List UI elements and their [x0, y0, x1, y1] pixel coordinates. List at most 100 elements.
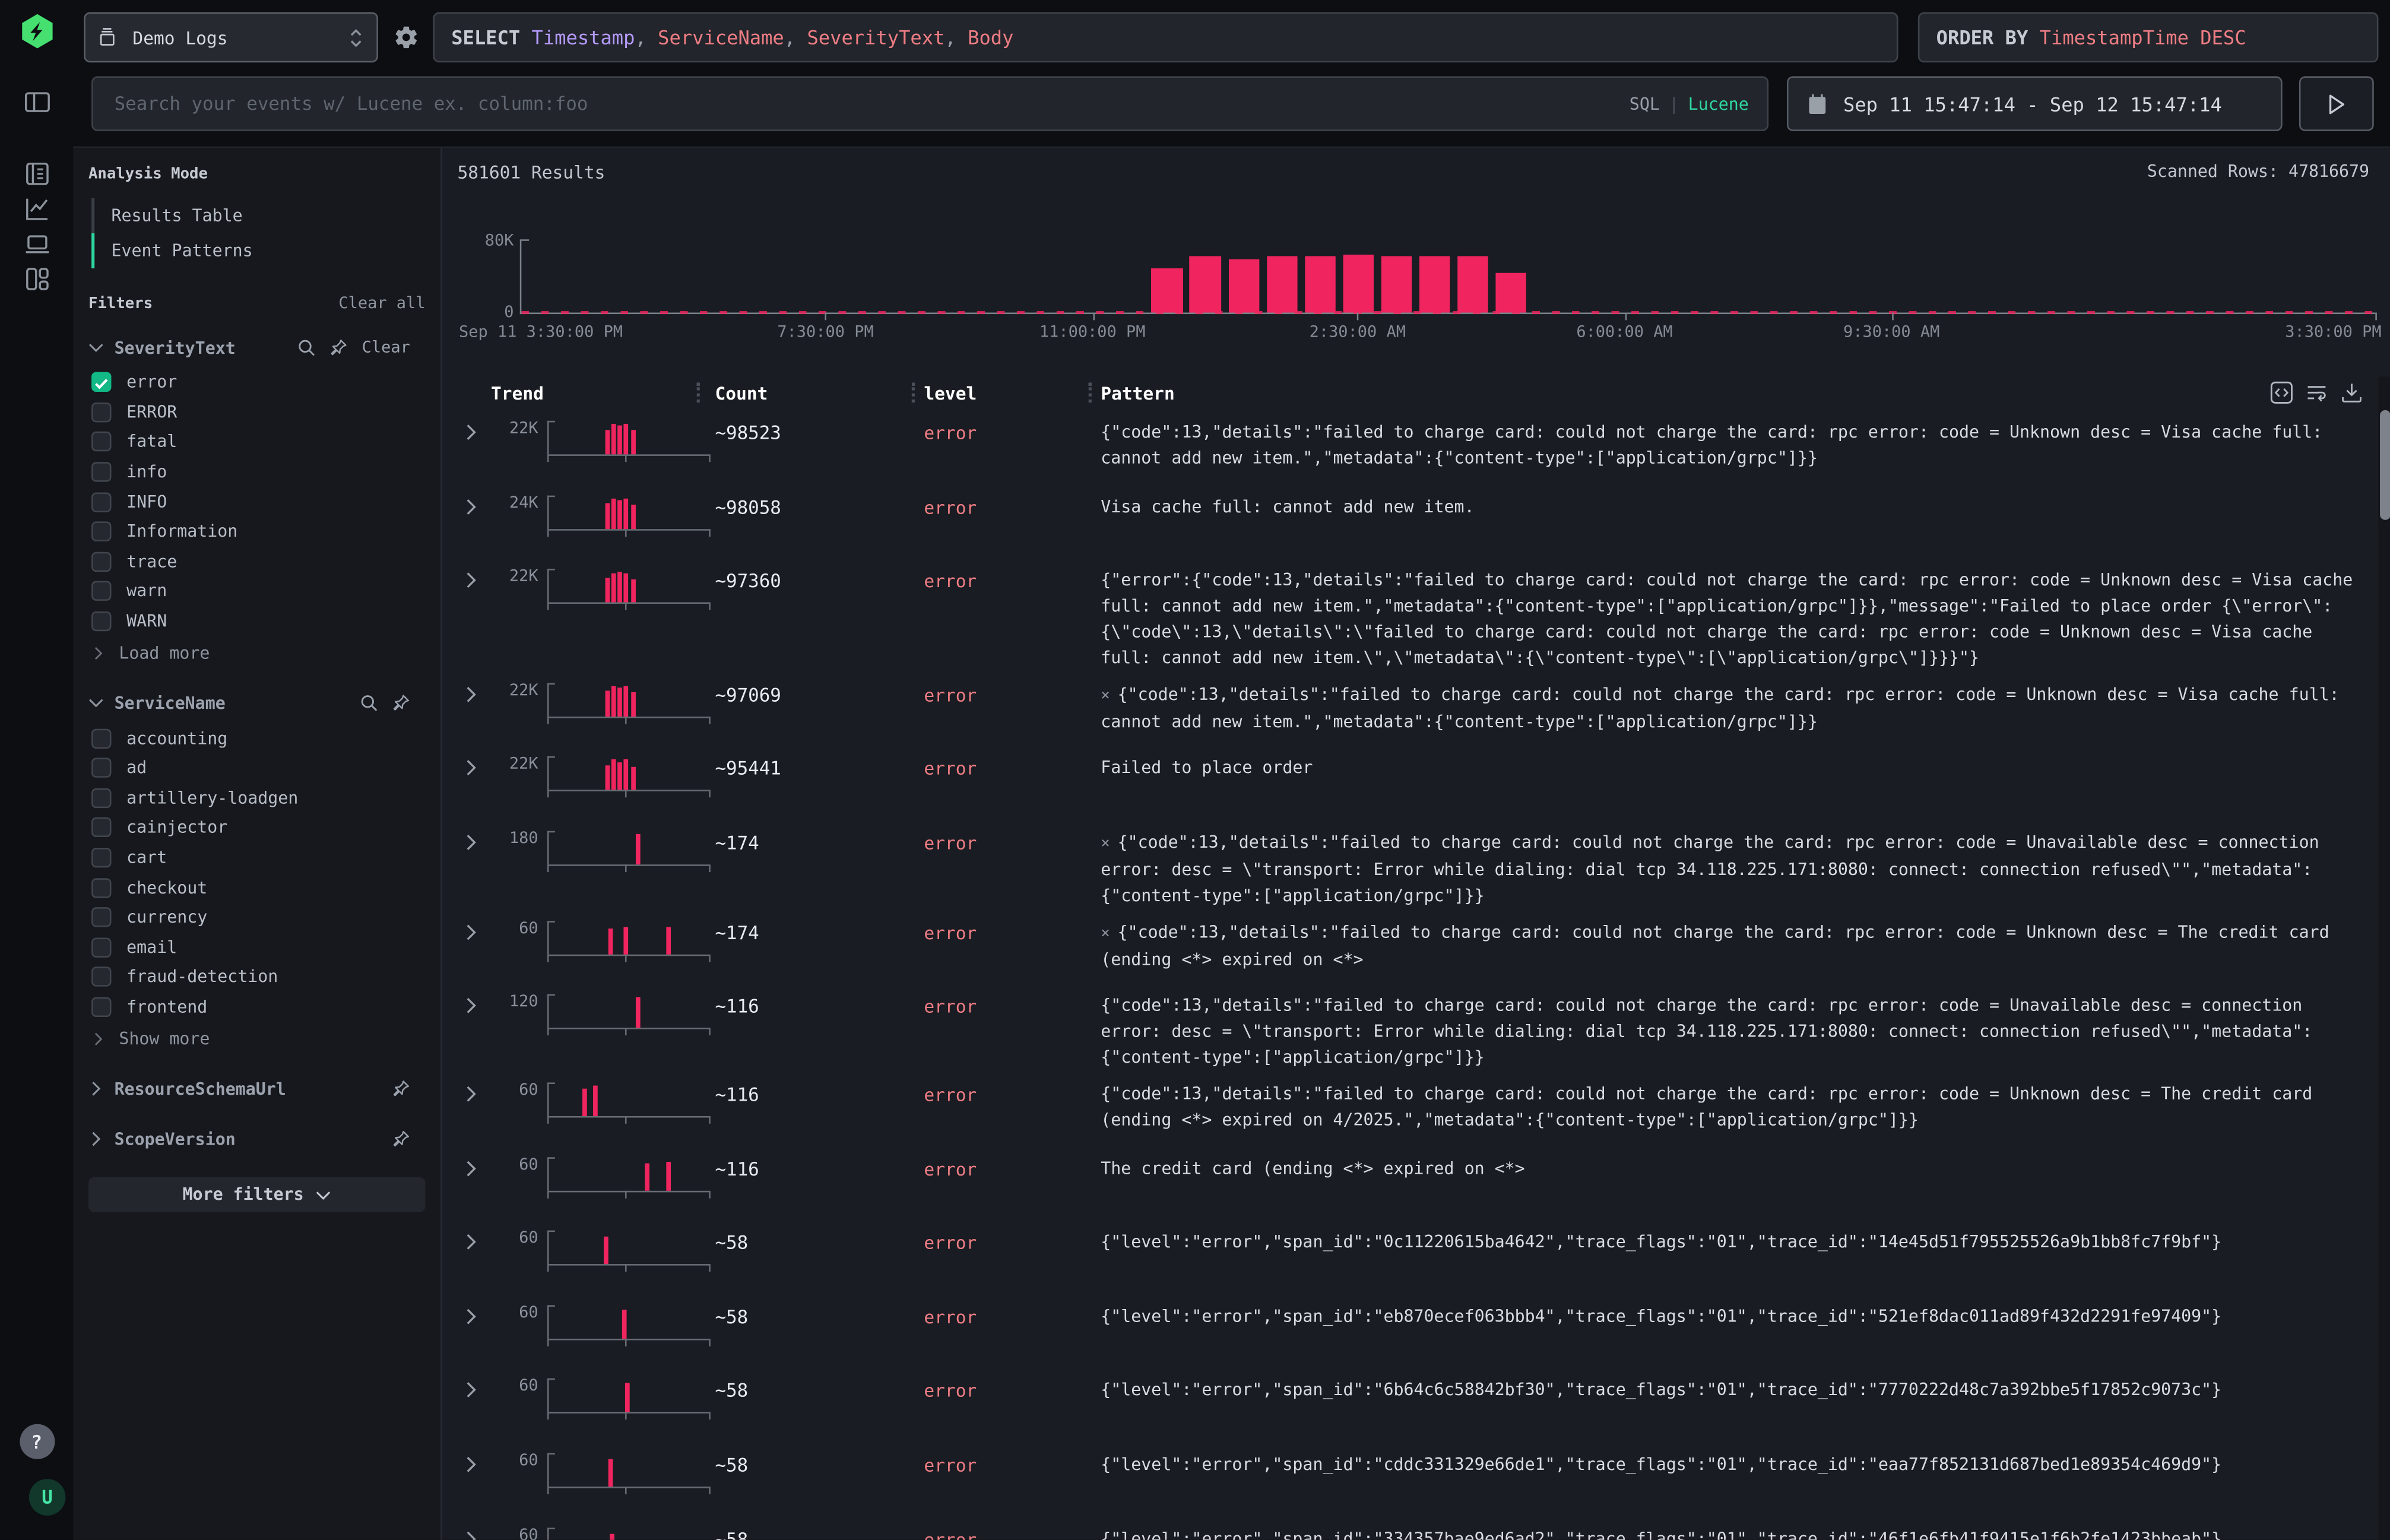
- table-row[interactable]: 60~58error{"level":"error","span_id":"cd…: [457, 1443, 2390, 1517]
- expand-row-button[interactable]: [465, 1081, 489, 1102]
- checkbox[interactable]: [91, 818, 111, 838]
- pattern-cell[interactable]: {"level":"error","span_id":"eb870ecef063…: [1101, 1303, 2390, 1330]
- filter-group-header[interactable]: SeverityTextClear: [88, 332, 426, 363]
- checkbox[interactable]: [91, 758, 111, 778]
- avatar[interactable]: U: [29, 1479, 66, 1516]
- table-row[interactable]: 60~58error{"level":"error","span_id":"0c…: [457, 1220, 2390, 1294]
- filter-option-email[interactable]: email: [88, 932, 426, 962]
- filter-option-fatal[interactable]: fatal: [88, 427, 426, 457]
- expand-row-button[interactable]: [465, 1452, 489, 1473]
- table-row[interactable]: 60~116errorThe credit card (ending <*> e…: [457, 1146, 2390, 1220]
- expand-row-button[interactable]: [465, 1155, 489, 1177]
- pattern-cell[interactable]: {"level":"error","span_id":"0c11220615ba…: [1101, 1230, 2390, 1257]
- search-icon[interactable]: [298, 338, 316, 357]
- select-query-input[interactable]: SELECT Timestamp, ServiceName, SeverityT…: [433, 12, 1898, 63]
- checkbox[interactable]: [91, 462, 111, 481]
- checkbox[interactable]: [91, 552, 111, 571]
- pattern-cell[interactable]: {"code":13,"details":"failed to charge c…: [1101, 993, 2390, 1072]
- filter-option-error[interactable]: error: [88, 367, 426, 397]
- pin-icon[interactable]: [330, 338, 348, 357]
- pattern-cell[interactable]: {"level":"error","span_id":"cddc331329e6…: [1101, 1452, 2390, 1479]
- filter-option-warn[interactable]: WARN: [88, 607, 426, 636]
- expand-row-button[interactable]: [465, 493, 489, 515]
- table-row[interactable]: 60~58error{"level":"error","span_id":"eb…: [457, 1294, 2390, 1368]
- expand-row-button[interactable]: [465, 755, 489, 777]
- help-button[interactable]: ?: [19, 1424, 54, 1459]
- table-row[interactable]: 120~116error{"code":13,"details":"failed…: [457, 984, 2390, 1072]
- expand-row-button[interactable]: [465, 829, 489, 851]
- filter-group-header[interactable]: ScopeVersion: [88, 1124, 426, 1155]
- filter-option-error[interactable]: ERROR: [88, 397, 426, 427]
- show-more-button[interactable]: Show more: [88, 1024, 426, 1054]
- filter-option-artillery-loadgen[interactable]: artillery-loadgen: [88, 783, 426, 813]
- filter-option-information[interactable]: Information: [88, 517, 426, 547]
- filter-option-info[interactable]: info: [88, 457, 426, 487]
- col-level[interactable]: level: [924, 383, 1101, 404]
- filter-option-checkout[interactable]: checkout: [88, 873, 426, 902]
- sessions-icon[interactable]: [21, 229, 53, 259]
- filter-option-cainjector[interactable]: cainjector: [88, 813, 426, 842]
- checkbox[interactable]: [91, 877, 111, 897]
- pattern-cell[interactable]: Visa cache full: cannot add new item.: [1101, 493, 2390, 521]
- pattern-cell[interactable]: Failed to place order: [1101, 755, 2390, 782]
- dashboards-icon[interactable]: [21, 264, 53, 294]
- checkbox[interactable]: [91, 522, 111, 541]
- table-row[interactable]: 60~58error{"level":"error","span_id":"6b…: [457, 1368, 2390, 1443]
- pattern-cell[interactable]: {"code":13,"details":"failed to charge c…: [1101, 1081, 2390, 1134]
- col-pattern[interactable]: Pattern: [1101, 383, 2390, 404]
- search-icon[interactable]: [360, 694, 378, 712]
- checkbox[interactable]: [91, 848, 111, 867]
- filter-option-accounting[interactable]: accounting: [88, 723, 426, 753]
- table-row[interactable]: 22K~98523error{"code":13,"details":"fail…: [457, 410, 2390, 484]
- expand-row-button[interactable]: [465, 568, 489, 589]
- pattern-cell[interactable]: ×{"code":13,"details":"failed to charge …: [1101, 682, 2390, 736]
- pattern-cell[interactable]: {"code":13,"details":"failed to charge c…: [1101, 419, 2390, 472]
- analysis-mode-results-table[interactable]: Results Table: [91, 198, 425, 233]
- pattern-cell[interactable]: {"level":"error","span_id":"6b64c6c58842…: [1101, 1377, 2390, 1405]
- table-row[interactable]: 22K~97360error{"error":{"code":13,"detai…: [457, 558, 2390, 672]
- chart-icon[interactable]: [21, 194, 53, 224]
- orderby-input[interactable]: ORDER BY TimestampTime DESC: [1918, 12, 2379, 63]
- filter-option-frontend[interactable]: frontend: [88, 992, 426, 1022]
- language-toggle[interactable]: SQL|Lucene: [1630, 94, 1749, 113]
- scrollbar-thumb[interactable]: [2379, 410, 2390, 520]
- filter-option-fraud-detection[interactable]: fraud-detection: [88, 962, 426, 992]
- checkbox[interactable]: [91, 967, 111, 987]
- expand-row-button[interactable]: [465, 682, 489, 703]
- table-row[interactable]: 24K~98058errorVisa cache full: cannot ad…: [457, 484, 2390, 559]
- filter-option-info[interactable]: INFO: [88, 487, 426, 516]
- expand-row-button[interactable]: [465, 419, 489, 441]
- pattern-cell[interactable]: ×{"code":13,"details":"failed to charge …: [1101, 829, 2390, 910]
- checkbox[interactable]: [91, 908, 111, 927]
- filter-option-ad[interactable]: ad: [88, 753, 426, 783]
- filter-option-warn[interactable]: warn: [88, 576, 426, 606]
- table-row[interactable]: 60~174error×{"code":13,"details":"failed…: [457, 910, 2390, 984]
- pin-icon[interactable]: [392, 1080, 410, 1098]
- logs-icon[interactable]: [21, 159, 53, 189]
- hyperdx-logo-icon[interactable]: [18, 12, 56, 50]
- col-count[interactable]: Count: [709, 383, 924, 404]
- checkbox[interactable]: [91, 582, 111, 601]
- table-row[interactable]: 22K~97069error×{"code":13,"details":"fai…: [457, 672, 2390, 746]
- checkbox[interactable]: [91, 492, 111, 512]
- load-more-button[interactable]: Load more: [88, 638, 426, 668]
- checkbox[interactable]: [91, 997, 111, 1017]
- filter-group-header[interactable]: ResourceSchemaUrl: [88, 1074, 426, 1104]
- pattern-cell[interactable]: {"error":{"code":13,"details":"failed to…: [1101, 568, 2390, 672]
- gear-icon[interactable]: [378, 12, 433, 63]
- checkbox[interactable]: [91, 788, 111, 807]
- filter-option-currency[interactable]: currency: [88, 902, 426, 932]
- checkbox[interactable]: [91, 432, 111, 452]
- time-range-picker[interactable]: Sep 11 15:47:14 - Sep 12 15:47:14: [1787, 76, 2283, 131]
- analysis-mode-event-patterns[interactable]: Event Patterns: [91, 233, 425, 268]
- expand-row-button[interactable]: [465, 1303, 489, 1324]
- table-row[interactable]: 60~116error{"code":13,"details":"failed …: [457, 1072, 2390, 1146]
- pattern-cell[interactable]: {"level":"error","span_id":"334357bae9ed…: [1101, 1526, 2390, 1540]
- scrollbar-track[interactable]: [2378, 376, 2390, 1540]
- checkbox-checked[interactable]: [91, 372, 111, 392]
- checkbox[interactable]: [91, 403, 111, 422]
- expand-row-button[interactable]: [465, 919, 489, 940]
- checkbox[interactable]: [91, 937, 111, 957]
- pin-icon[interactable]: [392, 1130, 410, 1149]
- search-input[interactable]: [111, 91, 1629, 116]
